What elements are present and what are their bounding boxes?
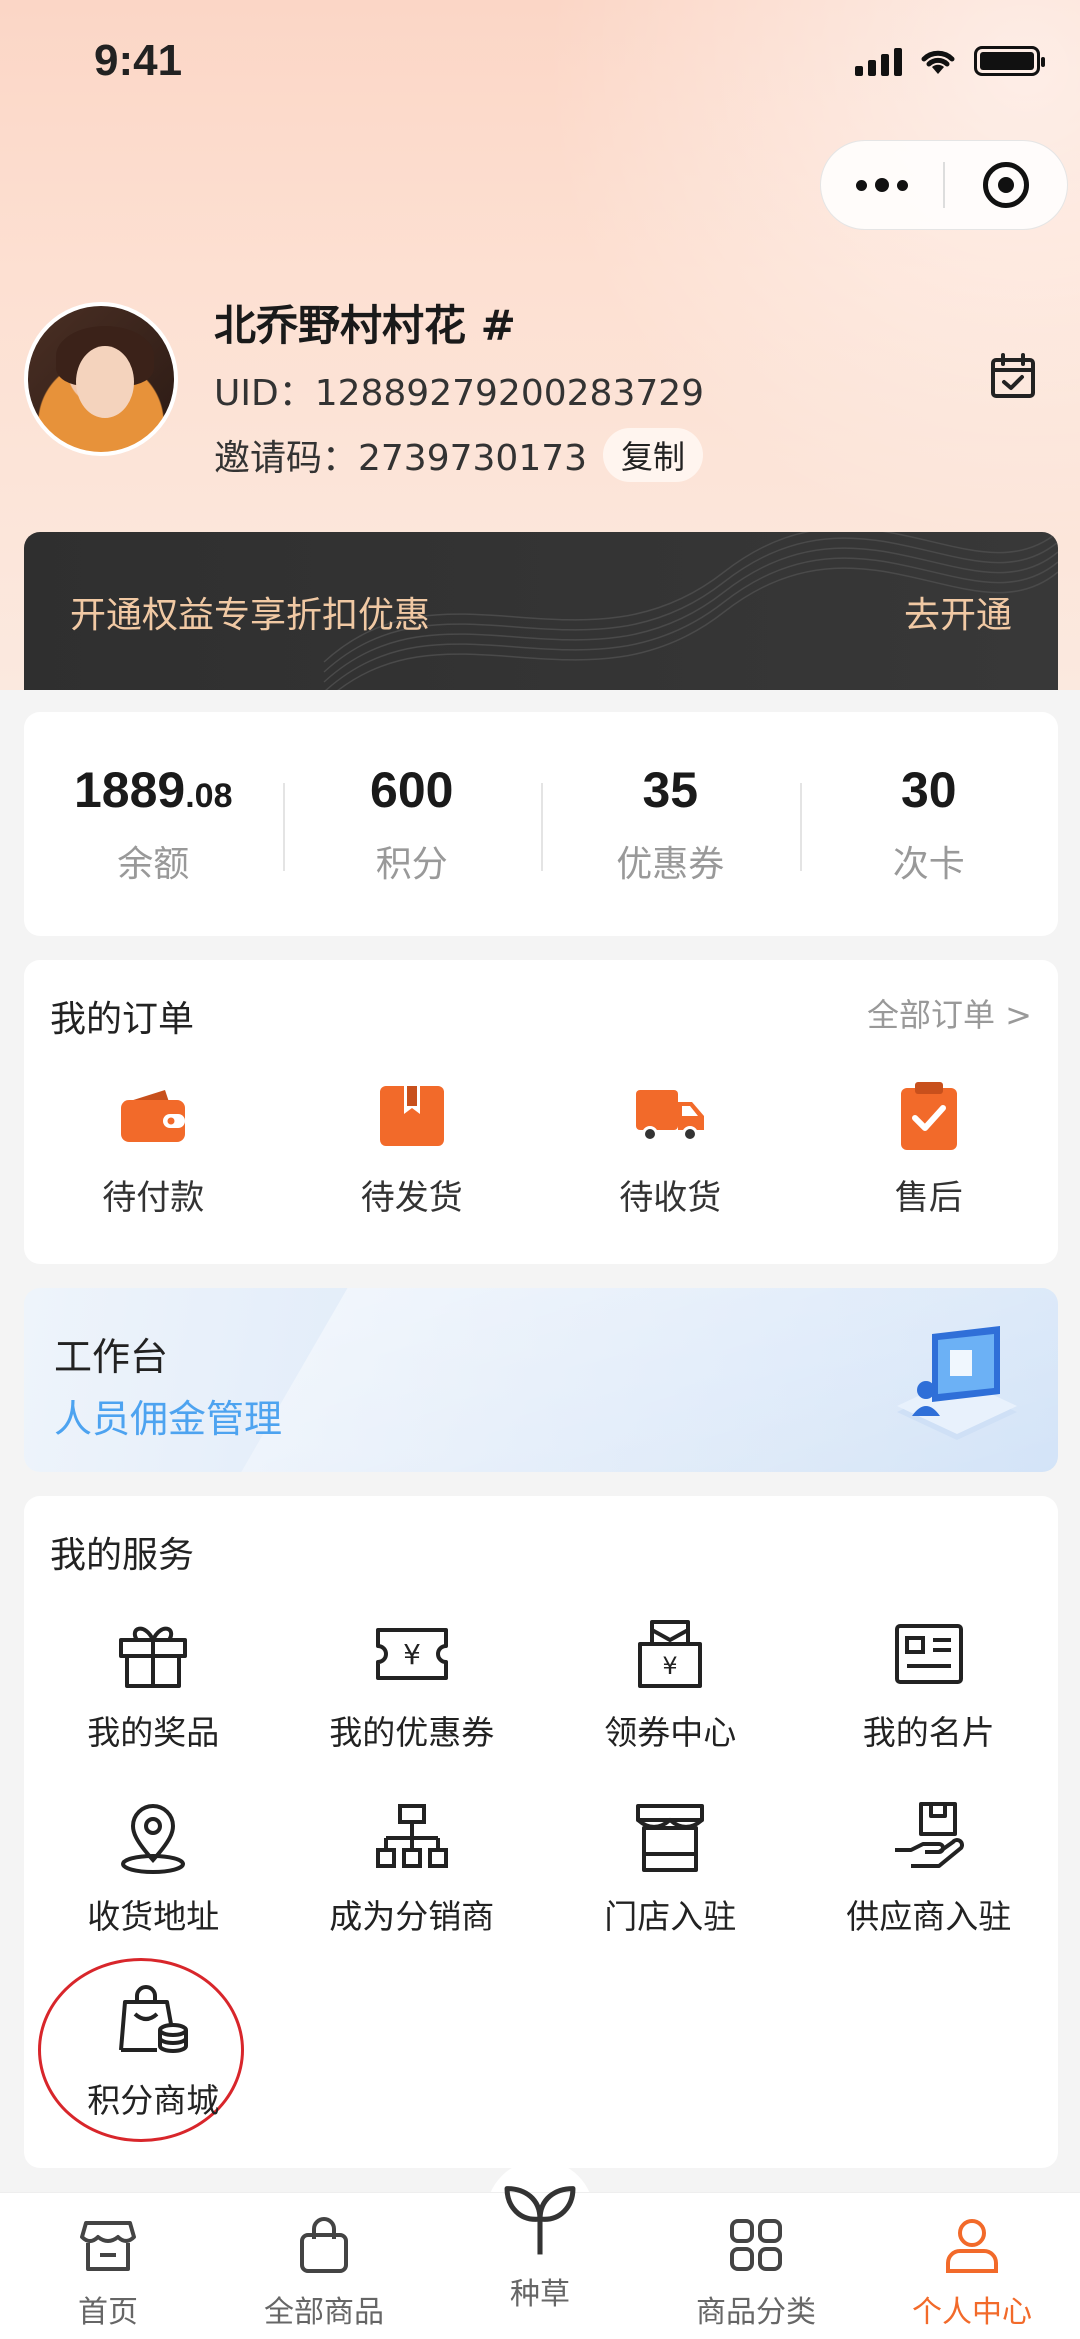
my-services-card: 我的服务 我的奖品 ¥ 我的优惠券 ¥ 领券中心 我的名片 收货地址 成为分销商… (24, 1496, 1058, 2168)
stat-value: 30 (900, 762, 957, 818)
points-mall-icon (119, 1985, 189, 2053)
status-time: 9:41 (94, 36, 183, 85)
service-label: 门店入驻 (604, 1897, 737, 1936)
services-title: 我的服务 (50, 1535, 195, 1576)
vip-banner-title: 开通权益专享折扣优惠 (70, 595, 431, 636)
nickname: 北乔野村村花 # (214, 301, 516, 350)
battery-icon (974, 46, 1045, 76)
close-miniprogram-button[interactable] (945, 141, 1067, 229)
user-icon (946, 2219, 998, 2273)
vip-banner[interactable]: 开通权益专享折扣优惠 去开通 (24, 532, 1058, 690)
workbench-title: 工作台 (54, 1335, 169, 1379)
account-stats-card: 1889.08 余额 600 积分 35 优惠券 30 次卡 (24, 712, 1058, 936)
stat-times-card[interactable]: 30 次卡 (799, 761, 1059, 887)
service-label: 我的奖品 (87, 1713, 220, 1752)
tab-home[interactable]: 首页 (0, 2193, 216, 2339)
target-icon (982, 162, 1029, 208)
stat-label: 余额 (117, 844, 190, 885)
service-points-mall[interactable]: 积分商城 (24, 1984, 283, 2122)
coupon-icon: ¥ (375, 1628, 448, 1680)
service-shipping-address[interactable]: 收货地址 (24, 1800, 283, 1938)
service-label: 积分商城 (87, 2081, 220, 2120)
service-label: 供应商入驻 (846, 1897, 1012, 1936)
stat-label: 次卡 (892, 844, 965, 885)
service-supplier-entry[interactable]: 供应商入驻 (800, 1800, 1059, 1938)
tab-label: 全部商品 (264, 2295, 384, 2330)
workbench-banner[interactable]: 工作台 人员佣金管理 (24, 1288, 1058, 1472)
copy-button[interactable]: 复制 (603, 428, 704, 482)
service-label: 收货地址 (87, 1897, 220, 1936)
stat-label: 积分 (375, 844, 448, 885)
more-button[interactable] (821, 141, 943, 229)
service-my-business-card[interactable]: 我的名片 (800, 1616, 1059, 1754)
service-store-entry[interactable]: 门店入驻 (541, 1800, 800, 1938)
clipboard-check-icon (900, 1082, 957, 1150)
computer-illustration-icon (897, 1326, 1017, 1440)
order-pending-receipt[interactable]: 待收货 (541, 1080, 800, 1219)
tab-sprout[interactable]: 种草 (432, 2186, 648, 2339)
service-become-distributor[interactable]: 成为分销商 (283, 1800, 542, 1938)
supplier-icon (894, 1802, 964, 1868)
order-pending-shipment[interactable]: 待发货 (283, 1080, 542, 1219)
order-pending-payment[interactable]: 待付款 (24, 1080, 283, 1219)
gift-icon (119, 1626, 188, 1688)
tab-label: 首页 (78, 2295, 138, 2330)
tab-label: 种草 (510, 2277, 570, 2312)
stat-points[interactable]: 600 积分 (282, 761, 542, 887)
service-my-prizes[interactable]: 我的奖品 (24, 1616, 283, 1754)
status-icons (855, 46, 1045, 76)
service-label: 成为分销商 (329, 1897, 495, 1936)
svg-text:¥: ¥ (663, 1652, 678, 1680)
location-icon (121, 1804, 186, 1874)
bag-icon (300, 2217, 348, 2273)
stat-coupons[interactable]: 35 优惠券 (541, 761, 800, 887)
sprout-icon (504, 2186, 576, 2255)
tab-all-products[interactable]: 全部商品 (216, 2193, 432, 2339)
my-orders-card: 我的订单 全部订单 > 待付款 待发货 待收货 售后 (24, 960, 1058, 1264)
avatar[interactable] (24, 302, 178, 456)
wifi-icon (921, 50, 955, 74)
stat-value: 1889.08 (74, 762, 233, 818)
invite-code: 邀请码：2739730173 (214, 438, 588, 479)
tab-categories[interactable]: 商品分类 (648, 2193, 864, 2339)
store-icon (636, 1804, 705, 1872)
stat-value: 600 (370, 762, 454, 818)
invite-code-row: 邀请码：2739730173 复制 (214, 428, 704, 482)
order-after-sales[interactable]: 售后 (800, 1080, 1059, 1219)
service-my-coupons[interactable]: ¥ 我的优惠券 (283, 1616, 542, 1754)
bottom-tabbar: 首页 全部商品 种草 商品分类 个人中心 (0, 2186, 1080, 2339)
wallet-icon (121, 1090, 186, 1142)
card-icon (894, 1624, 963, 1684)
orders-title: 我的订单 (50, 999, 195, 1040)
user-uid: UID：12889279200283729 (214, 373, 705, 414)
order-label: 待付款 (102, 1178, 205, 1218)
calendar-check-icon[interactable] (990, 352, 1036, 400)
hierarchy-icon (375, 1804, 448, 1868)
truck-icon (636, 1090, 705, 1142)
box-icon (379, 1086, 444, 1146)
more-dots-icon (856, 178, 908, 192)
order-label: 待收货 (619, 1178, 722, 1218)
order-label: 售后 (894, 1178, 963, 1218)
miniprogram-capsule (820, 140, 1068, 230)
tab-label: 商品分类 (696, 2295, 816, 2330)
vip-activate-button[interactable]: 去开通 (904, 586, 1012, 638)
svg-text:¥: ¥ (403, 1638, 421, 1671)
grid-icon (730, 2219, 782, 2271)
coupon-center-icon: ¥ (638, 1620, 703, 1688)
service-label: 我的优惠券 (329, 1713, 495, 1752)
signal-icon (855, 46, 902, 76)
all-orders-link[interactable]: 全部订单 > (867, 990, 1032, 1036)
stat-label: 优惠券 (616, 844, 725, 885)
home-store-icon (80, 2221, 136, 2271)
tab-profile[interactable]: 个人中心 (864, 2193, 1080, 2339)
service-coupon-center[interactable]: ¥ 领券中心 (541, 1616, 800, 1754)
tab-label: 个人中心 (912, 2295, 1032, 2330)
service-label: 领券中心 (604, 1713, 737, 1752)
stat-balance[interactable]: 1889.08 余额 (24, 761, 283, 887)
service-label: 我的名片 (862, 1713, 995, 1752)
order-label: 待发货 (360, 1178, 463, 1218)
workbench-subtitle: 人员佣金管理 (54, 1397, 283, 1441)
stat-value: 35 (642, 762, 699, 818)
